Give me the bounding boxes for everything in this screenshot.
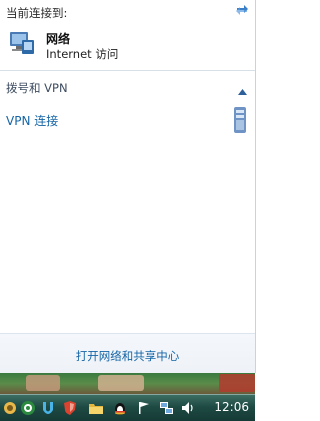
speaker-icon[interactable] [180, 400, 196, 416]
security-shield-icon[interactable] [20, 400, 36, 416]
network-connection[interactable]: 网络 Internet 访问 [6, 30, 246, 64]
open-network-sharing-center-link[interactable]: 打开网络和共享中心 [0, 348, 255, 364]
unknown-app-icon[interactable] [2, 400, 18, 416]
vpn-connection-item[interactable]: VPN 连接 [0, 104, 255, 138]
connected-to-header: 当前连接到: [6, 6, 68, 20]
desktop-decoration [219, 374, 255, 392]
chevron-up-icon[interactable] [238, 84, 247, 95]
network-icon [6, 30, 36, 58]
refresh-icon[interactable] [234, 2, 250, 18]
vpn-connection-label: VPN 连接 [6, 114, 59, 128]
vpn-server-icon [233, 106, 247, 134]
shield-icon[interactable] [62, 400, 78, 416]
system-clock[interactable]: 12:06 [214, 400, 249, 414]
section-separator [0, 70, 255, 71]
u-app-icon[interactable] [40, 400, 56, 416]
flag-icon[interactable] [136, 400, 152, 416]
network-name: 网络 [46, 32, 71, 46]
network-icon[interactable] [158, 400, 174, 416]
desktop-decoration [26, 375, 60, 391]
network-status: Internet 访问 [46, 47, 119, 61]
flyout-footer: 打开网络和共享中心 [0, 333, 255, 374]
qq-penguin-icon[interactable] [112, 400, 128, 416]
dialup-vpn-section-title: 拨号和 VPN [6, 81, 68, 95]
folder-icon[interactable] [88, 400, 104, 416]
taskbar: 12:06 [0, 394, 255, 421]
desktop-decoration [98, 375, 144, 391]
network-flyout: 当前连接到: 网络 Internet 访问 拨号和 VPN VPN 连接 打开网… [0, 0, 256, 374]
